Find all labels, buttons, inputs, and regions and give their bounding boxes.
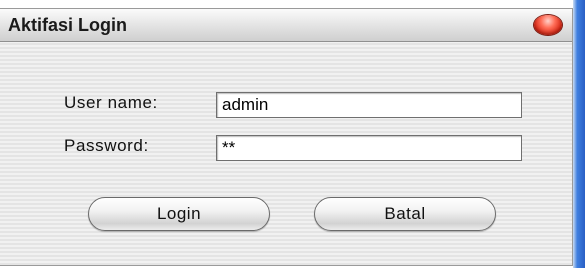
window-edge-strip [573,0,585,268]
window-title: Aktifasi Login [8,15,128,35]
title-bar[interactable]: Aktifasi Login [0,9,572,42]
password-label: Password: [64,136,149,155]
login-button[interactable]: Login [88,197,270,231]
login-dialog: Aktifasi Login User name: Password: Logi… [0,8,573,266]
username-label: User name: [64,93,158,112]
password-input[interactable] [216,135,522,161]
cancel-button[interactable]: Batal [314,197,496,231]
username-input[interactable] [216,92,522,118]
close-icon[interactable] [534,15,562,35]
